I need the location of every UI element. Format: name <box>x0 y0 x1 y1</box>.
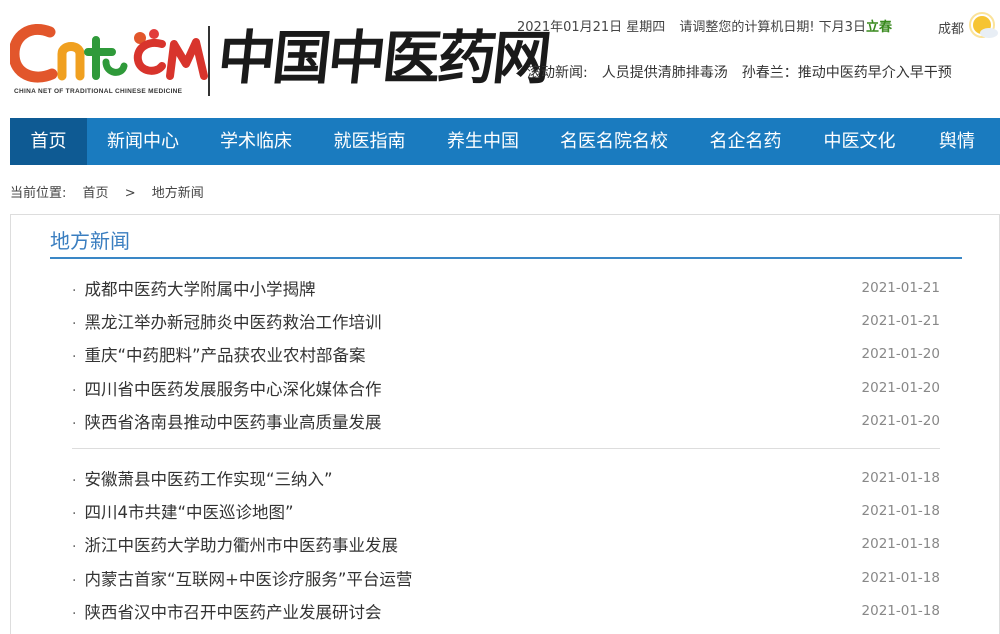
news-date: 2021-01-18 <box>861 502 940 519</box>
nav-item-health-china[interactable]: 养生中国 <box>426 118 540 165</box>
news-title[interactable]: 重庆“中药肥料”产品获农业农村部备案 <box>84 346 365 365</box>
news-item[interactable]: · 成都中医药大学附属中小学揭牌 2021-01-21 <box>72 271 940 304</box>
news-date: 2021-01-18 <box>861 536 940 553</box>
news-date: 2021-01-18 <box>861 469 940 486</box>
news-date: 2021-01-18 <box>861 602 940 619</box>
bullet-icon: · <box>72 472 77 489</box>
site-header: CHINA NET OF TRADITIONAL CHINESE MEDICIN… <box>0 0 1000 118</box>
nav-item-tcm-culture[interactable]: 中医文化 <box>803 118 916 165</box>
news-list-group-1: · 成都中医药大学附属中小学揭牌 2021-01-21 · 黑龙江举办新冠肺炎中医药救… <box>72 271 940 437</box>
news-title[interactable]: 黑龙江举办新冠肺炎中医药救治工作培训 <box>84 313 381 332</box>
bullet-icon: · <box>72 415 77 432</box>
next-solar-term: 立春 <box>865 20 892 35</box>
nav-item-news-center[interactable]: 新闻中心 <box>87 118 199 165</box>
sunny-weather-icon <box>969 12 998 38</box>
breadcrumb-current[interactable]: 地方新闻 <box>152 182 204 201</box>
bullet-icon: · <box>72 605 77 622</box>
bullet-icon: · <box>72 282 77 299</box>
ticker-item[interactable]: 孙春兰：推动中医药早介入早干预 <box>742 65 952 81</box>
news-item[interactable]: · 浙江中医药大学助力衢州市中医药事业发展 2021-01-18 <box>72 528 940 561</box>
breadcrumb-home-link[interactable]: 首页 <box>83 182 109 201</box>
bullet-icon: · <box>72 349 77 366</box>
section-divider <box>50 257 962 259</box>
breadcrumb-separator: > <box>124 186 136 201</box>
ticker-item[interactable]: 人员提供清肺排毒汤 <box>602 65 728 81</box>
news-item[interactable]: · 陕西省汉中市召开中医药产业发展研讨会 2021-01-18 <box>72 594 940 627</box>
news-date: 2021-01-20 <box>861 412 940 429</box>
nav-item-public-opinion[interactable]: 舆情 <box>916 118 998 165</box>
news-item[interactable]: · 安徽萧县中医药工作实现“三纳入” 2021-01-18 <box>72 461 940 494</box>
bullet-icon: · <box>72 315 77 332</box>
news-item[interactable]: · 黑龙江举办新冠肺炎中医药救治工作培训 2021-01-21 <box>72 304 940 337</box>
news-item[interactable]: · 四川省中医药发展服务中心深化媒体合作 2021-01-20 <box>72 371 940 404</box>
news-ticker: 滚动新闻: 人员提供清肺排毒汤 孙春兰：推动中医药早介入早干预 <box>527 62 1000 82</box>
news-date: 2021-01-21 <box>861 312 940 329</box>
news-date: 2021-01-20 <box>861 346 940 363</box>
next-solar-term-prefix: 下月3日 <box>818 20 866 35</box>
breadcrumb: 当前位置: 首页 > 地方新闻 <box>10 182 204 201</box>
current-date: 2021年01月21日 星期四 <box>517 20 666 35</box>
group-divider <box>72 448 940 449</box>
news-item[interactable]: · 陕西省洛南县推动中医药事业高质量发展 2021-01-20 <box>72 404 940 437</box>
weather-city[interactable]: 成都 <box>938 18 964 37</box>
bullet-icon: · <box>72 382 77 399</box>
news-title[interactable]: 四川省中医药发展服务中心深化媒体合作 <box>84 380 381 399</box>
news-list-group-2: · 安徽萧县中医药工作实现“三纳入” 2021-01-18 · 四川4市共建“中医巡诊… <box>72 461 940 627</box>
breadcrumb-prefix: 当前位置: <box>10 186 67 201</box>
news-list-panel: 地方新闻 · 成都中医药大学附属中小学揭牌 2021-01-21 · 黑龙江举办新冠肺… <box>10 214 1000 634</box>
news-date: 2021-01-20 <box>861 379 940 396</box>
news-title[interactable]: 成都中医药大学附属中小学揭牌 <box>84 280 315 299</box>
logo-caption: CHINA NET OF TRADITIONAL CHINESE MEDICIN… <box>14 88 183 95</box>
news-title[interactable]: 四川4市共建“中医巡诊地图” <box>84 503 293 522</box>
main-nav: 首页 新闻中心 学术临床 就医指南 养生中国 名医名院名校 名企名药 中医文化 … <box>10 118 1000 165</box>
nav-item-home[interactable]: 首页 <box>10 118 87 165</box>
date-reminder: 请调整您的计算机日期! <box>679 20 815 35</box>
news-title[interactable]: 陕西省汉中市召开中医药产业发展研讨会 <box>84 603 381 622</box>
nav-item-academic-clinical[interactable]: 学术临床 <box>199 118 313 165</box>
bullet-icon: · <box>72 539 77 556</box>
bullet-icon: · <box>72 505 77 522</box>
logo-mark-icon <box>10 24 208 83</box>
nav-item-medical-guide[interactable]: 就医指南 <box>313 118 426 165</box>
news-title[interactable]: 浙江中医药大学助力衢州市中医药事业发展 <box>84 536 398 555</box>
section-title: 地方新闻 <box>50 229 130 253</box>
news-date: 2021-01-21 <box>861 279 940 296</box>
news-item[interactable]: · 四川4市共建“中医巡诊地图” 2021-01-18 <box>72 494 940 527</box>
nav-item-famous-companies[interactable]: 名企名药 <box>688 118 803 165</box>
news-date: 2021-01-18 <box>861 569 940 586</box>
news-title[interactable]: 安徽萧县中医药工作实现“三纳入” <box>84 470 332 489</box>
date-line: 2021年01月21日 星期四 请调整您的计算机日期! 下月3日立春 <box>517 16 892 35</box>
news-title[interactable]: 陕西省洛南县推动中医药事业高质量发展 <box>84 413 381 432</box>
logo-divider <box>208 26 210 96</box>
logo-chinese-title: 中国中医药网 <box>214 24 552 92</box>
nav-item-famous-doctors[interactable]: 名医名院名校 <box>540 118 688 165</box>
news-item[interactable]: · 内蒙古首家“互联网+中医诊疗服务”平台运营 2021-01-18 <box>72 561 940 594</box>
news-title[interactable]: 内蒙古首家“互联网+中医诊疗服务”平台运营 <box>84 570 412 589</box>
site-logo[interactable]: CHINA NET OF TRADITIONAL CHINESE MEDICIN… <box>10 18 552 102</box>
ticker-label: 滚动新闻: <box>527 65 588 81</box>
bullet-icon: · <box>72 572 77 589</box>
news-item[interactable]: · 重庆“中药肥料”产品获农业农村部备案 2021-01-20 <box>72 338 940 371</box>
